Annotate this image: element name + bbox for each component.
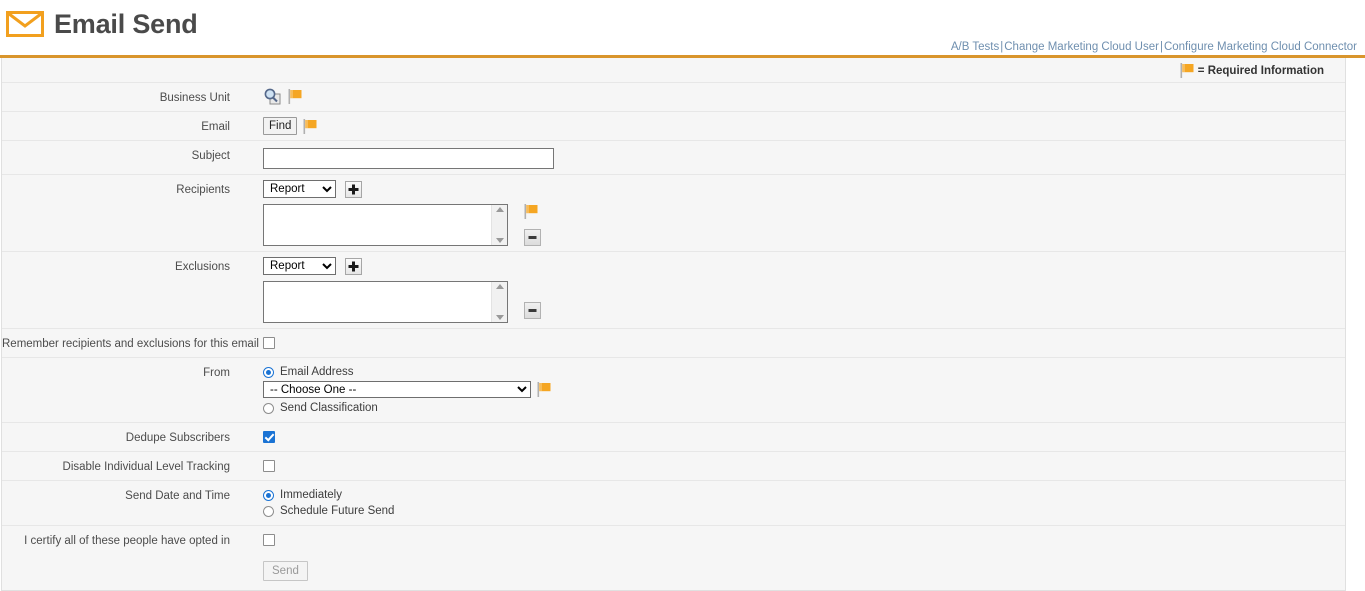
exclusions-type-select[interactable]: Report <box>263 257 336 275</box>
scroll-down-icon[interactable] <box>495 315 504 320</box>
row-submit: Send <box>2 554 1345 590</box>
flag-icon <box>524 204 538 219</box>
title-row: Email Send <box>0 0 1365 44</box>
certify-opted-in-checkbox[interactable] <box>263 534 275 546</box>
label-recipients: Recipients <box>176 184 230 196</box>
row-recipients: Recipients Report <box>2 174 1345 251</box>
row-send-date-time: Send Date and Time Immediately Schedule … <box>2 480 1345 525</box>
from-send-classification-radio[interactable] <box>263 402 274 414</box>
scroll-up-icon[interactable] <box>495 207 504 212</box>
label-business-unit: Business Unit <box>159 92 230 104</box>
add-exclusions-button[interactable] <box>345 257 362 275</box>
add-recipients-button[interactable] <box>345 180 362 198</box>
label-certify-opted-in: I certify all of these people have opted… <box>24 535 230 547</box>
row-dedupe-subscribers: Dedupe Subscribers <box>2 422 1345 451</box>
from-email-address-option[interactable]: Email Address <box>263 365 551 379</box>
remove-exclusions-button[interactable] <box>524 301 541 319</box>
row-remember-recipients: Remember recipients and exclusions for t… <box>2 328 1345 357</box>
row-email: Email Find <box>2 111 1345 140</box>
scroll-up-icon[interactable] <box>495 284 504 289</box>
label-from: From <box>203 367 230 379</box>
from-send-classification-option[interactable]: Send Classification <box>263 401 551 415</box>
row-from: From Email Address -- Choose One -- Send… <box>2 357 1345 422</box>
exclusions-scrollbar[interactable] <box>491 282 507 322</box>
send-immediately-option[interactable]: Immediately <box>263 488 394 502</box>
send-button[interactable]: Send <box>263 561 308 581</box>
from-send-classification-label: Send Classification <box>280 402 378 414</box>
dedupe-subscribers-checkbox[interactable] <box>263 431 275 443</box>
flag-icon <box>537 382 551 397</box>
recipients-list-area[interactable] <box>264 205 491 245</box>
header-links: A/B Tests|Change Marketing Cloud User|Co… <box>951 41 1357 53</box>
send-immediately-radio[interactable] <box>263 489 274 501</box>
recipients-type-select[interactable]: Report <box>263 180 336 198</box>
row-disable-tracking: Disable Individual Level Tracking <box>2 451 1345 480</box>
exclusions-listbox[interactable] <box>263 281 508 323</box>
label-email: Email <box>201 121 230 133</box>
label-send-date-time: Send Date and Time <box>125 490 230 502</box>
label-subject: Subject <box>191 150 230 162</box>
from-email-address-label: Email Address <box>280 366 354 378</box>
search-lookup-icon[interactable] <box>263 88 282 105</box>
flag-icon <box>1180 63 1194 78</box>
envelope-icon <box>6 10 44 38</box>
label-exclusions: Exclusions <box>175 261 230 273</box>
email-send-form: = Required Information Business Unit Ema… <box>1 58 1346 591</box>
row-certify-opted-in: I certify all of these people have opted… <box>2 525 1345 554</box>
link-ab-tests[interactable]: A/B Tests <box>951 41 999 53</box>
schedule-future-send-option[interactable]: Schedule Future Send <box>263 504 394 518</box>
remove-recipients-button[interactable] <box>524 229 541 246</box>
scroll-down-icon[interactable] <box>495 238 504 243</box>
label-remember-recipients: Remember recipients and exclusions for t… <box>2 338 259 350</box>
recipients-listbox[interactable] <box>263 204 508 246</box>
from-email-address-radio[interactable] <box>263 366 274 378</box>
from-email-select[interactable]: -- Choose One -- <box>263 381 531 398</box>
flag-icon <box>288 89 302 104</box>
label-disable-tracking: Disable Individual Level Tracking <box>62 461 230 473</box>
recipients-side-controls <box>524 204 541 246</box>
link-configure-marketing-cloud-connector[interactable]: Configure Marketing Cloud Connector <box>1164 41 1357 53</box>
row-subject: Subject <box>2 140 1345 174</box>
flag-icon <box>303 118 317 134</box>
find-button[interactable]: Find <box>263 117 298 135</box>
disable-tracking-checkbox[interactable] <box>263 460 275 472</box>
exclusions-side-controls <box>524 281 541 323</box>
send-immediately-label: Immediately <box>280 489 342 501</box>
page-header: Email Send A/B Tests|Change Marketing Cl… <box>0 0 1365 55</box>
row-business-unit: Business Unit <box>2 82 1345 111</box>
row-exclusions: Exclusions Report <box>2 251 1345 328</box>
required-information-note: = Required Information <box>2 58 1345 82</box>
schedule-future-send-label: Schedule Future Send <box>280 505 395 517</box>
required-information-text: = Required Information <box>1197 64 1324 77</box>
schedule-future-send-radio[interactable] <box>263 505 274 517</box>
recipients-scrollbar[interactable] <box>491 205 507 245</box>
remember-recipients-checkbox[interactable] <box>263 337 275 349</box>
link-change-marketing-cloud-user[interactable]: Change Marketing Cloud User <box>1004 41 1159 53</box>
exclusions-list-area[interactable] <box>264 282 491 322</box>
page-title: Email Send <box>54 9 198 39</box>
label-submit-spacer <box>2 555 230 564</box>
label-dedupe-subscribers: Dedupe Subscribers <box>125 432 230 444</box>
subject-input[interactable] <box>263 148 554 169</box>
